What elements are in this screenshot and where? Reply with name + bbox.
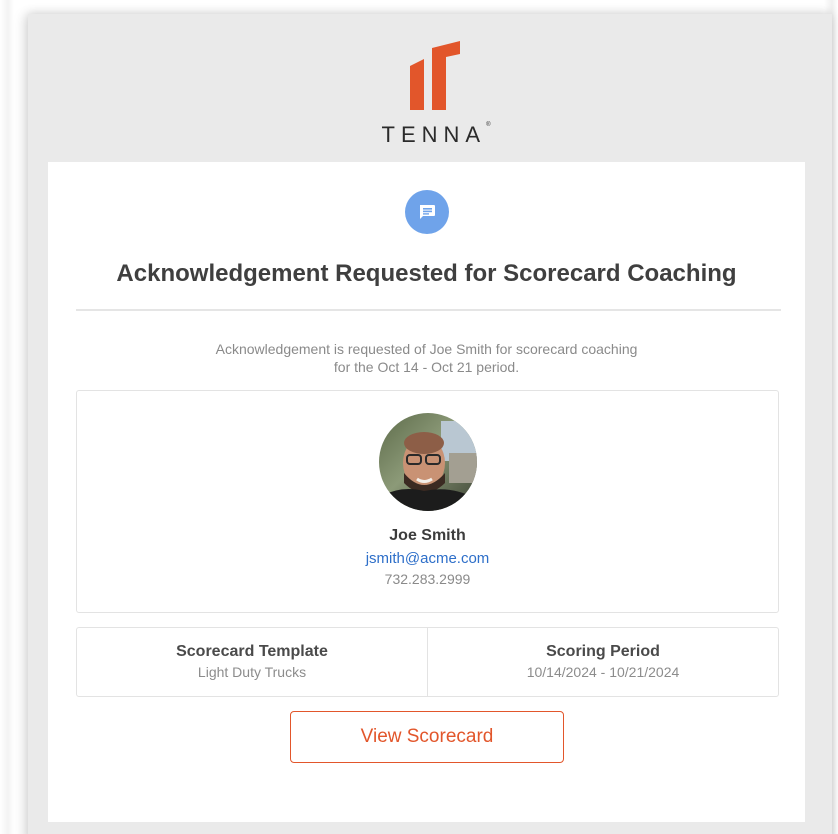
intro-line-1: Acknowledgement is requested of Joe Smit… <box>215 341 638 357</box>
person-email-link[interactable]: jsmith@acme.com <box>77 550 778 567</box>
chat-bubble-glyph <box>420 205 435 219</box>
scorecard-template-cell: Scorecard Template Light Duty Trucks <box>77 628 427 696</box>
title-divider <box>76 309 781 311</box>
scorecard-template-label: Scorecard Template <box>176 643 328 660</box>
avatar-photo <box>379 413 477 511</box>
person-phone: 732.283.2999 <box>384 571 471 587</box>
chat-message-icon <box>405 190 449 234</box>
scoring-period-cell: Scoring Period 10/14/2024 - 10/21/2024 <box>427 628 778 696</box>
avatar <box>379 413 477 511</box>
intro-line-2: for the Oct 14 - Oct 21 period. <box>333 359 520 375</box>
scorecard-details: Scorecard Template Light Duty Trucks Sco… <box>76 627 779 697</box>
tenna-logo-icon <box>410 41 460 110</box>
email-container: TENNA® Acknowledgement Requested for Sco… <box>28 14 832 834</box>
view-scorecard-button[interactable]: View Scorecard <box>290 711 564 763</box>
notification-card: Acknowledgement Requested for Scorecard … <box>48 162 805 822</box>
person-card: Joe Smith jsmith@acme.com 732.283.2999 <box>76 390 779 613</box>
scorecard-template-value: Light Duty Trucks <box>197 664 307 680</box>
email-viewport: TENNA® Acknowledgement Requested for Sco… <box>0 0 838 834</box>
notification-title: Acknowledgement Requested for Scorecard … <box>116 260 737 287</box>
email-header: TENNA® <box>28 14 832 162</box>
person-name: Joe Smith <box>389 527 466 544</box>
brand-wordmark: TENNA® <box>381 122 491 147</box>
intro-text: Acknowledgement is requested of Joe Smit… <box>148 340 705 376</box>
scoring-period-value: 10/14/2024 - 10/21/2024 <box>526 664 680 680</box>
scoring-period-label: Scoring Period <box>546 643 660 660</box>
